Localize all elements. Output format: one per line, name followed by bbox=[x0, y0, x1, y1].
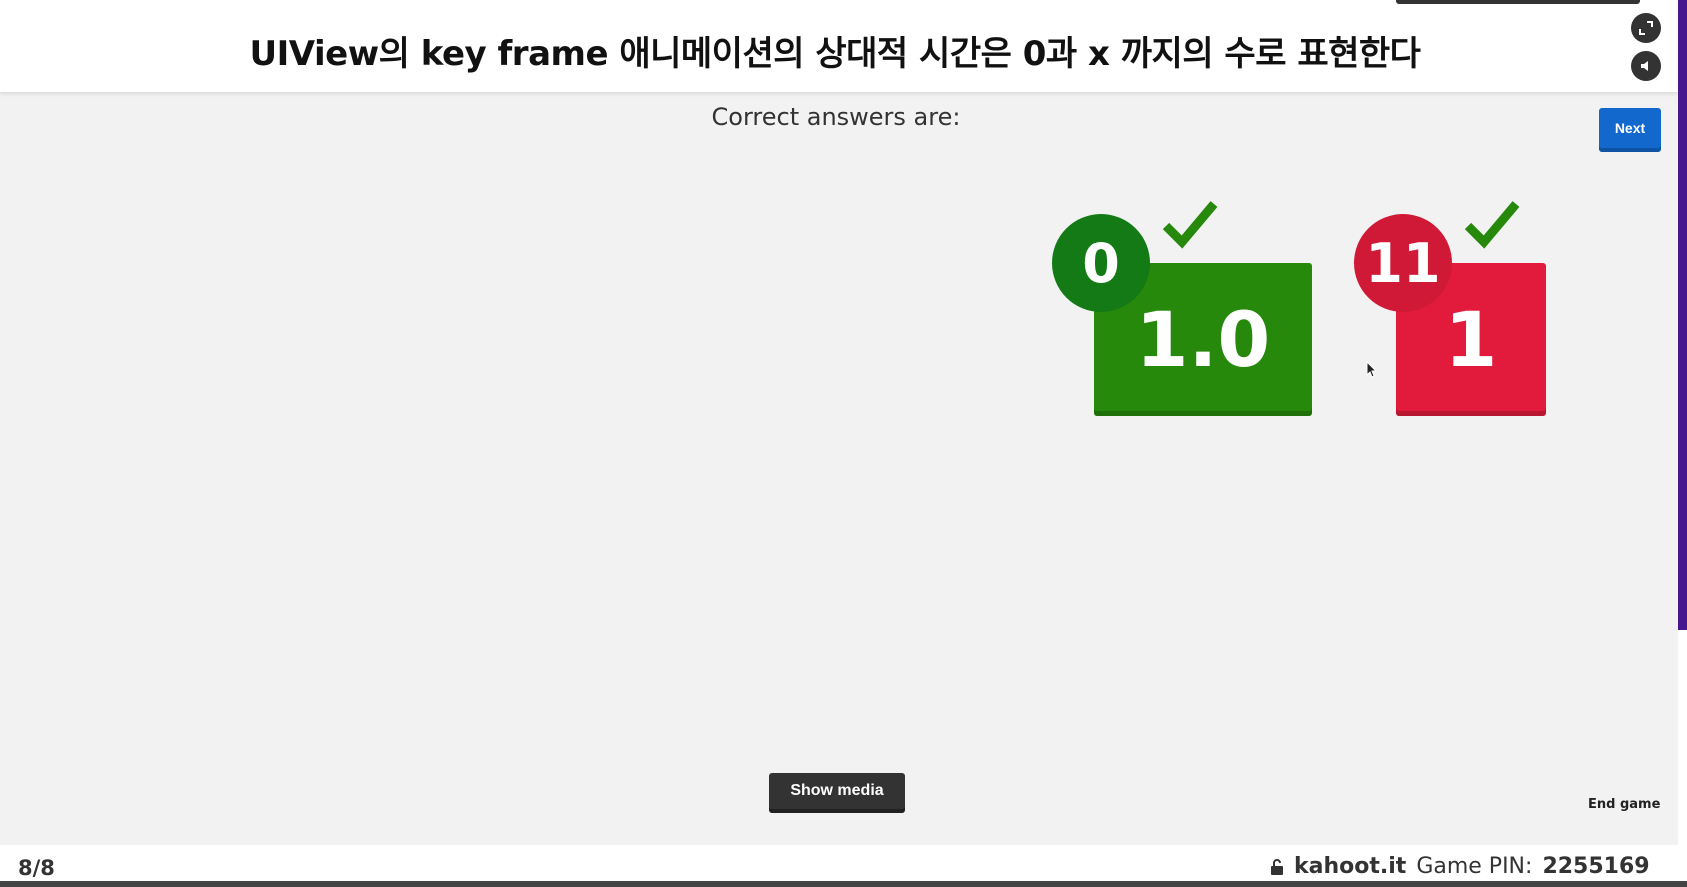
check-icon bbox=[1162, 201, 1218, 249]
pin-label: Game PIN: bbox=[1416, 854, 1533, 879]
site-url: kahoot.it bbox=[1294, 854, 1407, 879]
question-title: UIView의 key frame 애니메이션의 상대적 시간은 0과 x 까지… bbox=[249, 34, 1421, 74]
side-edge-lower bbox=[1678, 630, 1687, 887]
question-header: UIView의 key frame 애니메이션의 상대적 시간은 0과 x 까지… bbox=[0, 0, 1678, 92]
sound-icon bbox=[1641, 61, 1648, 71]
fullscreen-button[interactable] bbox=[1631, 13, 1661, 43]
answer-count: 11 bbox=[1365, 231, 1441, 295]
show-media-button[interactable]: Show media bbox=[769, 773, 905, 813]
game-pin: 2255169 bbox=[1542, 854, 1650, 879]
side-edge bbox=[1678, 0, 1687, 630]
answer-text: 1 bbox=[1444, 295, 1498, 384]
check-icon bbox=[1464, 201, 1520, 249]
footer-edge bbox=[0, 881, 1687, 887]
sound-button[interactable] bbox=[1631, 51, 1661, 81]
answer-text: 1.0 bbox=[1135, 295, 1271, 384]
end-game-button[interactable]: End game bbox=[1588, 797, 1660, 812]
lock-icon bbox=[1271, 858, 1283, 875]
correct-answers-label: Correct answers are: bbox=[711, 103, 961, 131]
mouse-cursor-icon bbox=[1366, 361, 1378, 378]
top-accent-bar bbox=[1396, 0, 1640, 4]
next-button[interactable]: Next bbox=[1599, 108, 1661, 152]
answer-count-badge: 0 bbox=[1052, 214, 1150, 312]
fullscreen-icon bbox=[1639, 21, 1653, 35]
question-counter: 8/8 bbox=[18, 856, 55, 880]
answer-count: 0 bbox=[1082, 231, 1120, 295]
game-pin-area: kahoot.it Game PIN: 2255169 bbox=[1270, 854, 1650, 879]
answer-count-badge: 11 bbox=[1354, 214, 1452, 312]
